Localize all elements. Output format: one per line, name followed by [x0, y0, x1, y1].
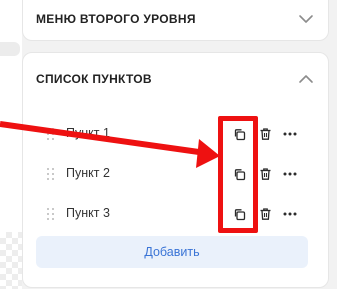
- drag-handle-icon[interactable]: [47, 208, 55, 220]
- chevron-up-icon[interactable]: [298, 71, 314, 87]
- list-item[interactable]: Пункт 2: [23, 161, 328, 187]
- annotation-highlight-box: [218, 116, 258, 233]
- item-label: Пункт 3: [66, 206, 110, 220]
- item-label: Пункт 2: [66, 166, 110, 180]
- trash-icon[interactable]: [257, 166, 273, 182]
- list-item[interactable]: Пункт 1: [23, 121, 328, 147]
- more-icon[interactable]: [282, 206, 298, 222]
- list-item[interactable]: Пункт 3: [23, 201, 328, 227]
- add-item-button[interactable]: Добавить: [36, 236, 308, 268]
- transparent-pattern: [0, 232, 22, 289]
- items-list-section: СПИСОК ПУНКТОВ Пункт 1 Пункт 2 Пункт 3 Д…: [22, 52, 329, 288]
- chevron-down-icon[interactable]: [298, 11, 314, 27]
- drag-handle-icon[interactable]: [47, 168, 55, 180]
- more-icon[interactable]: [282, 166, 298, 182]
- section-title: МЕНЮ ВТОРОГО УРОВНЯ: [36, 12, 196, 26]
- trash-icon[interactable]: [257, 206, 273, 222]
- more-icon[interactable]: [282, 126, 298, 142]
- trash-icon[interactable]: [257, 126, 273, 142]
- canvas-notch: [0, 42, 20, 56]
- item-label: Пункт 1: [66, 126, 110, 140]
- settings-sidebar: МЕНЮ ВТОРОГО УРОВНЯ СПИСОК ПУНКТОВ Пункт…: [0, 0, 337, 289]
- section-title: СПИСОК ПУНКТОВ: [36, 72, 152, 86]
- second-level-menu-section[interactable]: МЕНЮ ВТОРОГО УРОВНЯ: [22, 0, 329, 41]
- drag-handle-icon[interactable]: [47, 128, 55, 140]
